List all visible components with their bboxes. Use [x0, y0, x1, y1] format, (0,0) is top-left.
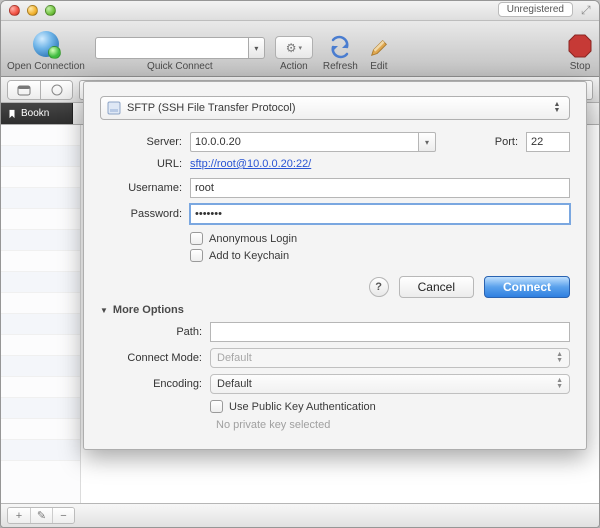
- edit-label: Edit: [370, 61, 387, 72]
- server-history-dropdown[interactable]: ▾: [418, 132, 436, 152]
- action-button[interactable]: ⚙ ▾ Action: [275, 24, 313, 72]
- more-options-disclosure[interactable]: ▼ More Options: [100, 304, 570, 316]
- anonymous-login-checkbox[interactable]: Anonymous Login: [190, 232, 297, 245]
- refresh-label: Refresh: [323, 61, 358, 72]
- action-label: Action: [280, 61, 308, 72]
- server-field[interactable]: [190, 132, 418, 152]
- fullscreen-icon[interactable]: ⤢: [581, 4, 593, 16]
- triangle-down-icon: ▼: [100, 306, 108, 315]
- connection-dialog: SFTP (SSH File Transfer Protocol) ▲▼ Ser…: [83, 81, 587, 450]
- quick-connect-field[interactable]: [95, 37, 249, 59]
- public-key-auth-label: Use Public Key Authentication: [229, 401, 376, 413]
- bookmark-actions: + ✎ −: [7, 507, 75, 524]
- open-connection-button[interactable]: Open Connection: [7, 24, 85, 72]
- sidebar: [1, 125, 81, 503]
- gear-icon: ⚙: [286, 41, 297, 55]
- server-label: Server:: [100, 136, 190, 148]
- bookmarks-tab-label: Bookn: [21, 108, 49, 119]
- help-button[interactable]: ?: [369, 277, 389, 297]
- encoding-value: Default: [217, 378, 252, 390]
- chevron-down-icon: ▾: [298, 44, 302, 52]
- refresh-icon: [328, 35, 352, 59]
- bookmark-icon: [7, 109, 17, 119]
- minimize-window-button[interactable]: [27, 5, 38, 16]
- edit-bookmark-button[interactable]: ✎: [30, 508, 52, 523]
- disk-icon: [107, 101, 121, 115]
- bookmarks-tab[interactable]: Bookn: [1, 103, 73, 124]
- app-window: Unregistered ⤢ Open Connection ▾ Quick C…: [0, 0, 600, 528]
- quick-connect: ▾ Quick Connect: [95, 24, 265, 72]
- checkbox-icon: [210, 400, 223, 413]
- toolbar: Open Connection ▾ Quick Connect ⚙ ▾ Acti…: [1, 21, 599, 77]
- refresh-button[interactable]: Refresh: [323, 24, 358, 72]
- connect-mode-value: Default: [217, 352, 252, 364]
- anonymous-login-label: Anonymous Login: [209, 233, 297, 245]
- statusbar: + ✎ −: [1, 503, 599, 527]
- more-options-label: More Options: [113, 304, 184, 316]
- close-window-button[interactable]: [9, 5, 20, 16]
- zoom-window-button[interactable]: [45, 5, 56, 16]
- chevron-updown-icon: ▲▼: [556, 378, 563, 390]
- url-link[interactable]: sftp://root@10.0.0.20:22/: [190, 158, 311, 170]
- protocol-label: SFTP (SSH File Transfer Protocol): [127, 102, 296, 114]
- quick-connect-label: Quick Connect: [147, 61, 213, 72]
- username-label: Username:: [100, 182, 190, 194]
- path-field[interactable]: [210, 322, 570, 342]
- connect-mode-dropdown[interactable]: Default ▲▼: [210, 348, 570, 368]
- stop-button[interactable]: Stop: [567, 24, 593, 72]
- add-to-keychain-checkbox[interactable]: Add to Keychain: [190, 249, 297, 262]
- add-bookmark-button[interactable]: +: [8, 508, 30, 523]
- quick-connect-dropdown[interactable]: ▾: [249, 37, 265, 59]
- traffic-lights: [1, 5, 56, 16]
- protocol-dropdown[interactable]: SFTP (SSH File Transfer Protocol) ▲▼: [100, 96, 570, 120]
- encoding-label: Encoding:: [100, 378, 210, 390]
- connect-mode-label: Connect Mode:: [100, 352, 210, 364]
- checkbox-icon: [190, 232, 203, 245]
- url-label: URL:: [100, 158, 190, 170]
- username-field[interactable]: [190, 178, 570, 198]
- registration-badge: Unregistered: [498, 2, 573, 17]
- remove-bookmark-button[interactable]: −: [52, 508, 74, 523]
- checkbox-icon: [190, 249, 203, 262]
- history-view-button[interactable]: [40, 81, 72, 99]
- password-field[interactable]: [190, 204, 570, 224]
- port-label: Port:: [436, 136, 526, 148]
- pencil-icon: [368, 37, 390, 59]
- port-field[interactable]: [526, 132, 570, 152]
- stop-label: Stop: [570, 61, 591, 72]
- view-segmented-control: [7, 80, 73, 100]
- chevron-updown-icon: ▲▼: [551, 102, 563, 114]
- titlebar: Unregistered ⤢: [1, 1, 599, 21]
- path-label: Path:: [100, 326, 210, 338]
- bookmarks-view-button[interactable]: [8, 81, 40, 99]
- keychain-label: Add to Keychain: [209, 250, 289, 262]
- stop-icon: [567, 33, 593, 59]
- cancel-button[interactable]: Cancel: [399, 276, 474, 298]
- encoding-dropdown[interactable]: Default ▲▼: [210, 374, 570, 394]
- open-connection-label: Open Connection: [7, 61, 85, 72]
- chevron-updown-icon: ▲▼: [556, 352, 563, 364]
- connect-button[interactable]: Connect: [484, 276, 570, 298]
- public-key-auth-checkbox[interactable]: Use Public Key Authentication: [210, 400, 376, 413]
- globe-icon: [33, 31, 59, 57]
- password-label: Password:: [100, 208, 190, 220]
- edit-button[interactable]: Edit: [368, 24, 390, 72]
- no-private-key-label: No private key selected: [216, 419, 570, 431]
